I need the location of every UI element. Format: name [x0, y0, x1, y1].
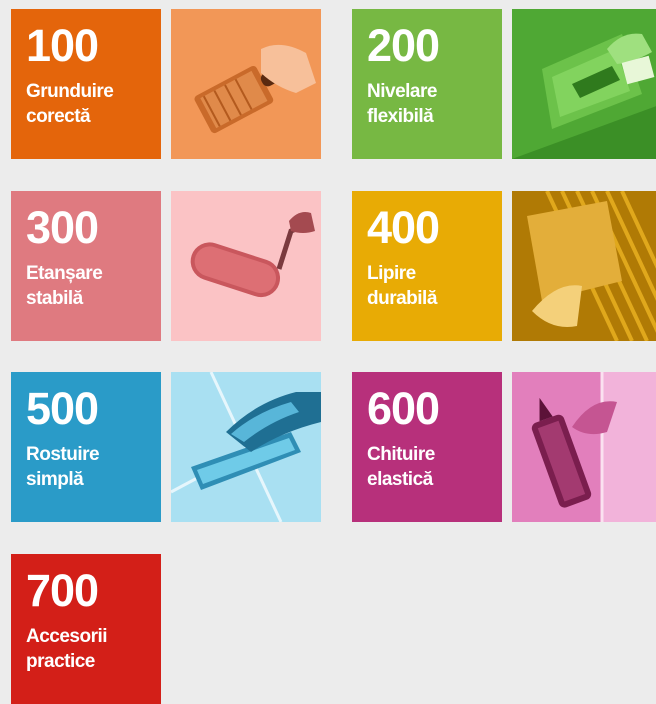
category-number: 300	[26, 202, 99, 253]
category-number: 500	[26, 383, 99, 434]
category-tile-500[interactable]: 500 Rostuire simplă	[11, 372, 161, 522]
category-tile-600[interactable]: 600 Chituire elastică	[352, 372, 502, 522]
category-label: Accesorii practice	[26, 626, 108, 672]
category-number: 600	[367, 383, 440, 434]
category-number: 700	[26, 565, 99, 616]
notched-trowel-photo[interactable]	[512, 191, 656, 341]
category-label: Chituire elastică	[367, 444, 435, 490]
category-label: Nivelare flexibilă	[367, 81, 437, 127]
brush-priming-photo[interactable]	[171, 9, 321, 159]
category-label: Lipire durabilă	[367, 263, 437, 309]
category-tile-700[interactable]: 700 Accesorii practice	[11, 554, 161, 704]
category-label: Etanșare stabilă	[26, 263, 103, 309]
category-tile-400[interactable]: 400 Lipire durabilă	[352, 191, 502, 341]
caulk-gun-photo[interactable]	[512, 372, 656, 522]
trowel-levelling-photo[interactable]	[512, 9, 656, 159]
category-tile-200[interactable]: 200 Nivelare flexibilă	[352, 9, 502, 159]
category-label: Grunduire corectă	[26, 81, 114, 127]
category-tile-100[interactable]: 100 Grunduire corectă	[11, 9, 161, 159]
category-number: 200	[367, 20, 440, 71]
category-label: Rostuire simplă	[26, 444, 100, 490]
paint-roller-photo[interactable]	[171, 191, 321, 341]
category-number: 400	[367, 202, 440, 253]
category-tile-300[interactable]: 300 Etanșare stabilă	[11, 191, 161, 341]
category-number: 100	[26, 20, 99, 71]
grout-float-photo[interactable]	[171, 372, 321, 522]
